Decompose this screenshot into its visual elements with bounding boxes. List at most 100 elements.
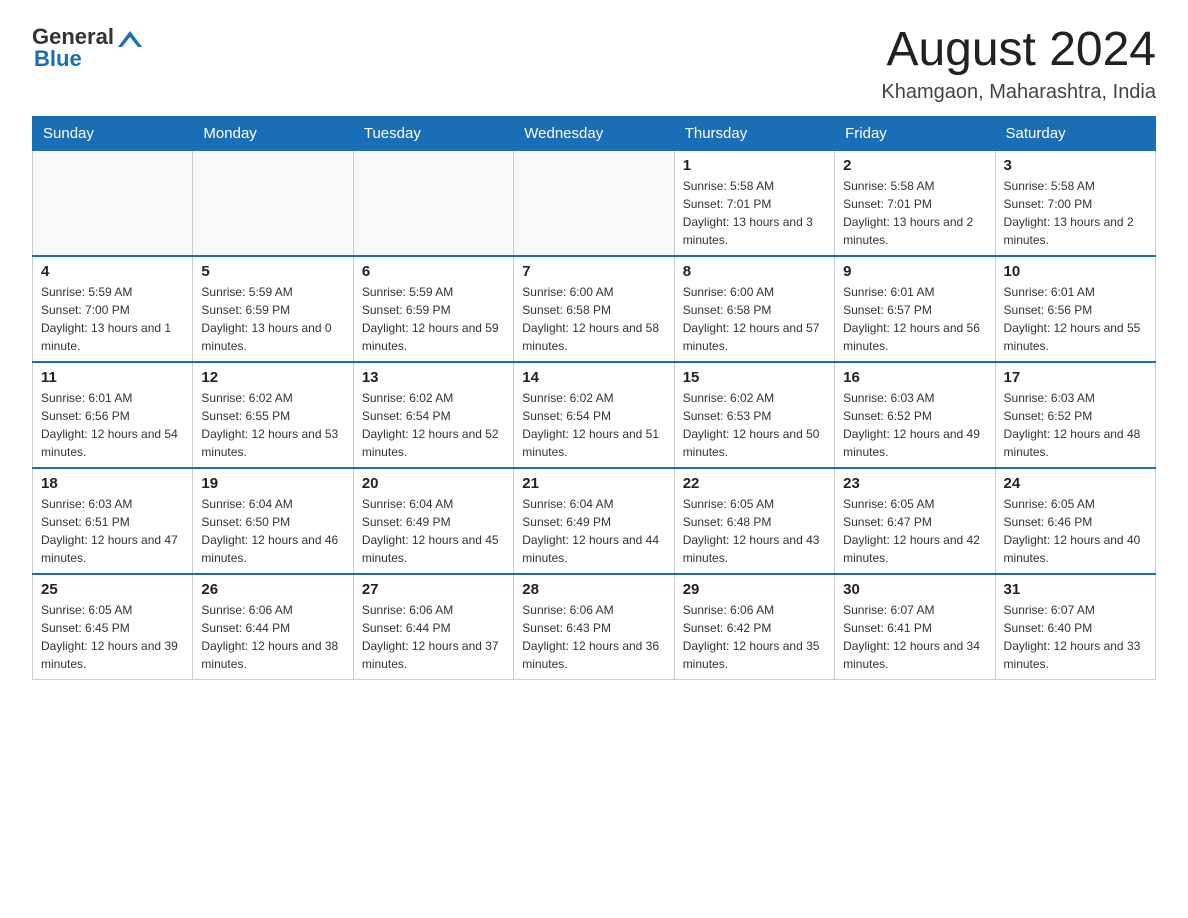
weekday-header-thursday: Thursday (674, 116, 834, 150)
sun-info: Sunrise: 6:07 AMSunset: 6:41 PMDaylight:… (843, 601, 986, 673)
day-number: 20 (362, 475, 505, 492)
sun-info: Sunrise: 6:06 AMSunset: 6:43 PMDaylight:… (522, 601, 665, 673)
calendar-cell: 9 Sunrise: 6:01 AMSunset: 6:57 PMDaylight… (835, 256, 995, 362)
sun-info: Sunrise: 5:58 AMSunset: 7:01 PMDaylight:… (843, 177, 986, 249)
day-number: 10 (1004, 263, 1147, 280)
title-block: August 2024 Khamgaon, Maharashtra, India (881, 24, 1156, 104)
sun-info: Sunrise: 6:05 AMSunset: 6:48 PMDaylight:… (683, 495, 826, 567)
calendar-cell (514, 150, 674, 256)
calendar-cell: 22 Sunrise: 6:05 AMSunset: 6:48 PMDayligh… (674, 468, 834, 574)
day-number: 13 (362, 369, 505, 386)
day-number: 15 (683, 369, 826, 386)
sun-info: Sunrise: 6:07 AMSunset: 6:40 PMDaylight:… (1004, 601, 1147, 673)
weekday-header-monday: Monday (193, 116, 353, 150)
sun-info: Sunrise: 5:59 AMSunset: 7:00 PMDaylight:… (41, 283, 184, 355)
calendar-cell: 14 Sunrise: 6:02 AMSunset: 6:54 PMDayligh… (514, 362, 674, 468)
day-number: 26 (201, 581, 344, 598)
sun-info: Sunrise: 6:02 AMSunset: 6:55 PMDaylight:… (201, 389, 344, 461)
calendar-table: SundayMondayTuesdayWednesdayThursdayFrid… (32, 116, 1156, 680)
day-number: 2 (843, 157, 986, 174)
sun-info: Sunrise: 6:02 AMSunset: 6:54 PMDaylight:… (362, 389, 505, 461)
calendar-cell: 19 Sunrise: 6:04 AMSunset: 6:50 PMDayligh… (193, 468, 353, 574)
sun-info: Sunrise: 6:00 AMSunset: 6:58 PMDaylight:… (522, 283, 665, 355)
location-title: Khamgaon, Maharashtra, India (881, 81, 1156, 104)
day-number: 4 (41, 263, 184, 280)
calendar-cell: 7 Sunrise: 6:00 AMSunset: 6:58 PMDaylight… (514, 256, 674, 362)
day-number: 19 (201, 475, 344, 492)
calendar-cell: 25Sunrise: 6:05 AMSunset: 6:45 PMDayligh… (33, 574, 193, 680)
calendar-cell: 23 Sunrise: 6:05 AMSunset: 6:47 PMDayligh… (835, 468, 995, 574)
day-number: 25 (41, 581, 184, 598)
calendar-week-row: 18Sunrise: 6:03 AMSunset: 6:51 PMDayligh… (33, 468, 1156, 574)
calendar-week-row: 1 Sunrise: 5:58 AMSunset: 7:01 PMDaylight… (33, 150, 1156, 256)
calendar-cell: 15 Sunrise: 6:02 AMSunset: 6:53 PMDayligh… (674, 362, 834, 468)
weekday-header-saturday: Saturday (995, 116, 1155, 150)
calendar-cell: 13 Sunrise: 6:02 AMSunset: 6:54 PMDayligh… (353, 362, 513, 468)
calendar-cell: 4 Sunrise: 5:59 AMSunset: 7:00 PMDaylight… (33, 256, 193, 362)
sun-info: Sunrise: 6:05 AMSunset: 6:47 PMDaylight:… (843, 495, 986, 567)
day-number: 23 (843, 475, 986, 492)
day-number: 29 (683, 581, 826, 598)
calendar-cell (353, 150, 513, 256)
calendar-cell: 11 Sunrise: 6:01 AMSunset: 6:56 PMDayligh… (33, 362, 193, 468)
day-number: 6 (362, 263, 505, 280)
sun-info: Sunrise: 6:05 AMSunset: 6:46 PMDaylight:… (1004, 495, 1147, 567)
calendar-cell: 29 Sunrise: 6:06 AMSunset: 6:42 PMDayligh… (674, 574, 834, 680)
day-number: 27 (362, 581, 505, 598)
sun-info: Sunrise: 6:02 AMSunset: 6:53 PMDaylight:… (683, 389, 826, 461)
calendar-cell (33, 150, 193, 256)
calendar-cell: 18Sunrise: 6:03 AMSunset: 6:51 PMDayligh… (33, 468, 193, 574)
day-number: 9 (843, 263, 986, 280)
sun-info: Sunrise: 6:03 AMSunset: 6:52 PMDaylight:… (843, 389, 986, 461)
calendar-header-row: SundayMondayTuesdayWednesdayThursdayFrid… (33, 116, 1156, 150)
calendar-cell: 12Sunrise: 6:02 AMSunset: 6:55 PMDayligh… (193, 362, 353, 468)
sun-info: Sunrise: 6:04 AMSunset: 6:49 PMDaylight:… (522, 495, 665, 567)
sun-info: Sunrise: 6:01 AMSunset: 6:56 PMDaylight:… (1004, 283, 1147, 355)
day-number: 14 (522, 369, 665, 386)
calendar-cell (193, 150, 353, 256)
calendar-cell: 28 Sunrise: 6:06 AMSunset: 6:43 PMDayligh… (514, 574, 674, 680)
calendar-cell: 17 Sunrise: 6:03 AMSunset: 6:52 PMDayligh… (995, 362, 1155, 468)
calendar-cell: 10 Sunrise: 6:01 AMSunset: 6:56 PMDayligh… (995, 256, 1155, 362)
sun-info: Sunrise: 6:03 AMSunset: 6:52 PMDaylight:… (1004, 389, 1147, 461)
calendar-cell: 16Sunrise: 6:03 AMSunset: 6:52 PMDayligh… (835, 362, 995, 468)
day-number: 11 (41, 369, 184, 386)
sun-info: Sunrise: 6:01 AMSunset: 6:56 PMDaylight:… (41, 389, 184, 461)
sun-info: Sunrise: 6:04 AMSunset: 6:50 PMDaylight:… (201, 495, 344, 567)
calendar-cell: 6 Sunrise: 5:59 AMSunset: 6:59 PMDaylight… (353, 256, 513, 362)
sun-info: Sunrise: 6:06 AMSunset: 6:44 PMDaylight:… (362, 601, 505, 673)
weekday-header-wednesday: Wednesday (514, 116, 674, 150)
day-number: 5 (201, 263, 344, 280)
sun-info: Sunrise: 6:01 AMSunset: 6:57 PMDaylight:… (843, 283, 986, 355)
calendar-cell: 26Sunrise: 6:06 AMSunset: 6:44 PMDayligh… (193, 574, 353, 680)
month-title: August 2024 (881, 24, 1156, 77)
calendar-week-row: 25Sunrise: 6:05 AMSunset: 6:45 PMDayligh… (33, 574, 1156, 680)
calendar-cell: 31Sunrise: 6:07 AMSunset: 6:40 PMDayligh… (995, 574, 1155, 680)
day-number: 7 (522, 263, 665, 280)
sun-info: Sunrise: 5:59 AMSunset: 6:59 PMDaylight:… (201, 283, 344, 355)
calendar-cell: 20 Sunrise: 6:04 AMSunset: 6:49 PMDayligh… (353, 468, 513, 574)
calendar-cell: 27 Sunrise: 6:06 AMSunset: 6:44 PMDayligh… (353, 574, 513, 680)
sun-info: Sunrise: 6:03 AMSunset: 6:51 PMDaylight:… (41, 495, 184, 567)
day-number: 1 (683, 157, 826, 174)
sun-info: Sunrise: 6:04 AMSunset: 6:49 PMDaylight:… (362, 495, 505, 567)
day-number: 28 (522, 581, 665, 598)
day-number: 22 (683, 475, 826, 492)
calendar-cell: 2 Sunrise: 5:58 AMSunset: 7:01 PMDaylight… (835, 150, 995, 256)
calendar-cell: 1 Sunrise: 5:58 AMSunset: 7:01 PMDaylight… (674, 150, 834, 256)
day-number: 21 (522, 475, 665, 492)
sun-info: Sunrise: 5:58 AMSunset: 7:00 PMDaylight:… (1004, 177, 1147, 249)
sun-info: Sunrise: 5:59 AMSunset: 6:59 PMDaylight:… (362, 283, 505, 355)
sun-info: Sunrise: 5:58 AMSunset: 7:01 PMDaylight:… (683, 177, 826, 249)
calendar-cell: 3 Sunrise: 5:58 AMSunset: 7:00 PMDaylight… (995, 150, 1155, 256)
sun-info: Sunrise: 6:06 AMSunset: 6:42 PMDaylight:… (683, 601, 826, 673)
day-number: 17 (1004, 369, 1147, 386)
logo: General Blue (32, 24, 144, 72)
weekday-header-tuesday: Tuesday (353, 116, 513, 150)
sun-info: Sunrise: 6:02 AMSunset: 6:54 PMDaylight:… (522, 389, 665, 461)
day-number: 3 (1004, 157, 1147, 174)
calendar-cell: 5 Sunrise: 5:59 AMSunset: 6:59 PMDaylight… (193, 256, 353, 362)
calendar-cell: 30Sunrise: 6:07 AMSunset: 6:41 PMDayligh… (835, 574, 995, 680)
calendar-week-row: 4 Sunrise: 5:59 AMSunset: 7:00 PMDaylight… (33, 256, 1156, 362)
calendar-cell: 24Sunrise: 6:05 AMSunset: 6:46 PMDayligh… (995, 468, 1155, 574)
